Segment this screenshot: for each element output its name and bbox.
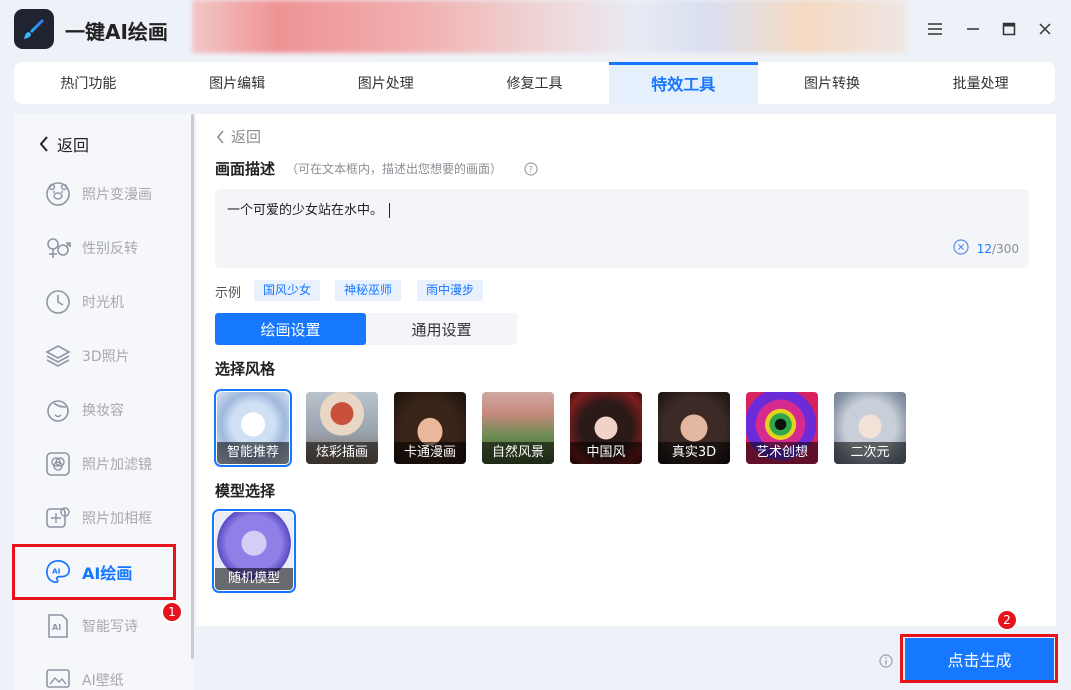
example-label: 示例 [215, 286, 242, 301]
tab-repair-tools[interactable]: 修复工具 [460, 62, 609, 104]
svg-text:?: ? [528, 166, 533, 176]
tab-batch-process[interactable]: 批量处理 [906, 62, 1055, 104]
sidebar-item-makeup[interactable]: 换妆容 [14, 388, 191, 432]
style-card-colorful-illustration[interactable]: 炫彩插画 [306, 392, 378, 464]
annotation-highlight-generate [900, 634, 1058, 683]
annotation-highlight-ai-painting [12, 544, 176, 600]
style-card-smart-recommend[interactable]: 智能推荐 [214, 389, 292, 467]
char-count-max: /300 [992, 241, 1019, 256]
tab-hot-features[interactable]: 热门功能 [14, 62, 163, 104]
maximize-icon[interactable] [996, 16, 1022, 42]
example-chip[interactable]: 国风少女 [254, 280, 321, 301]
sidebar-back-button[interactable]: 返回 [39, 132, 89, 156]
sidebar-item-label: 照片变漫画 [82, 187, 152, 203]
style-card-label: 自然风景 [482, 442, 554, 464]
sidebar-item-label: 智能写诗 [82, 619, 138, 635]
style-card-label: 卡通漫画 [394, 442, 466, 464]
sidebar-item-3d-photo[interactable]: 3D照片 [14, 334, 191, 378]
app-title: 一键AI绘画 [65, 20, 168, 44]
style-card-label: 二次元 [834, 442, 906, 464]
app-logo-icon [14, 9, 54, 49]
tab-effects-tools[interactable]: 特效工具 [608, 62, 758, 104]
style-card-real-3d[interactable]: 真实3D [658, 392, 730, 464]
example-chip[interactable]: 神秘巫师 [335, 280, 402, 301]
description-hint: （可在文本框内，描述出您想要的画面） [286, 162, 503, 176]
sidebar-item-time-machine[interactable]: 时光机 [14, 280, 191, 324]
style-card-label: 真实3D [658, 442, 730, 464]
bear-face-icon [45, 181, 71, 207]
sidebar-item-gender-swap[interactable]: 性别反转 [14, 226, 191, 270]
info-icon[interactable] [879, 653, 893, 668]
char-counter: 12/300 [953, 239, 1019, 258]
prompt-textarea[interactable]: 一个可爱的少女站在水中。 12/300 [215, 189, 1029, 268]
menu-icon[interactable] [922, 16, 948, 42]
sidebar-back-label: 返回 [57, 136, 90, 155]
style-card-cartoon-comic[interactable]: 卡通漫画 [394, 392, 466, 464]
sidebar-item-label: 换妆容 [82, 403, 124, 419]
style-section-title: 选择风格 [215, 360, 276, 378]
tab-paint-settings[interactable]: 绘画设置 [215, 313, 366, 345]
description-title: 画面描述 [215, 160, 276, 178]
style-card-label: 炫彩插画 [306, 442, 378, 464]
frame-icon [45, 505, 71, 531]
settings-segment: 绘画设置 通用设置 [215, 313, 517, 345]
sidebar-item-label: 照片加相框 [82, 511, 152, 527]
tab-general-settings[interactable]: 通用设置 [366, 313, 517, 345]
wallpaper-icon [45, 667, 71, 690]
main-back-label: 返回 [231, 128, 262, 146]
title-bar: 一键AI绘画 [0, 0, 1071, 58]
tab-image-convert[interactable]: 图片转换 [758, 62, 907, 104]
chevron-left-icon [39, 136, 48, 152]
example-chip[interactable]: 雨中漫步 [417, 280, 484, 301]
main-tabs: 热门功能 图片编辑 图片处理 修复工具 特效工具 图片转换 批量处理 [14, 62, 1055, 104]
style-card-label: 艺术创想 [746, 442, 818, 464]
ai-doc-icon: AI [45, 613, 71, 639]
svg-text:AI: AI [52, 623, 61, 632]
style-card-chinese-style[interactable]: 中国风 [570, 392, 642, 464]
tab-image-process[interactable]: 图片处理 [311, 62, 460, 104]
main-back-button[interactable]: 返回 [216, 126, 261, 147]
sidebar-item-label: 性别反转 [82, 241, 138, 257]
clear-text-icon[interactable] [953, 239, 969, 258]
close-icon[interactable] [1032, 16, 1058, 42]
model-card-label: 随机模型 [215, 568, 293, 590]
annotation-badge-2: 2 [996, 609, 1018, 631]
sidebar-item-label: 照片加滤镜 [82, 457, 152, 473]
tab-image-edit[interactable]: 图片编辑 [163, 62, 312, 104]
sidebar-item-label: 时光机 [82, 295, 124, 311]
sidebar-item-label: 3D照片 [82, 349, 130, 365]
sidebar-item-photo-frame[interactable]: 照片加相框 [14, 496, 191, 540]
main-panel: 返回 画面描述 （可在文本框内，描述出您想要的画面） ? 一个可爱的少女站在水中… [196, 114, 1056, 626]
model-section-title: 模型选择 [215, 482, 276, 500]
gender-icon [45, 235, 71, 261]
makeup-face-icon [45, 397, 71, 423]
sidebar-item-photo-filter[interactable]: 照片加滤镜 [14, 442, 191, 486]
prompt-text: 一个可爱的少女站在水中。 [227, 203, 384, 218]
annotation-badge-1: 1 [161, 601, 183, 623]
model-card-random[interactable]: 随机模型 [212, 509, 296, 593]
style-card-label: 中国风 [570, 442, 642, 464]
sidebar-item-photo-to-cartoon[interactable]: 照片变漫画 [14, 172, 191, 216]
style-card-nature-landscape[interactable]: 自然风景 [482, 392, 554, 464]
clock-icon [45, 289, 71, 315]
text-caret [389, 203, 391, 218]
char-count-current: 12 [976, 241, 993, 256]
style-card-anime[interactable]: 二次元 [834, 392, 906, 464]
sidebar-item-ai-wallpaper[interactable]: AI壁纸 [14, 658, 191, 690]
chevron-left-icon [216, 129, 224, 144]
style-card-art-creative[interactable]: 艺术创想 [746, 392, 818, 464]
ad-banner[interactable] [192, 0, 906, 53]
minimize-icon[interactable] [960, 16, 986, 42]
filter-icon [45, 451, 71, 477]
sidebar-item-label: AI壁纸 [82, 673, 124, 689]
sidebar-scrollbar[interactable] [191, 114, 194, 659]
help-icon[interactable]: ? [524, 161, 538, 176]
layers-icon [45, 343, 71, 369]
style-card-label: 智能推荐 [217, 442, 289, 464]
